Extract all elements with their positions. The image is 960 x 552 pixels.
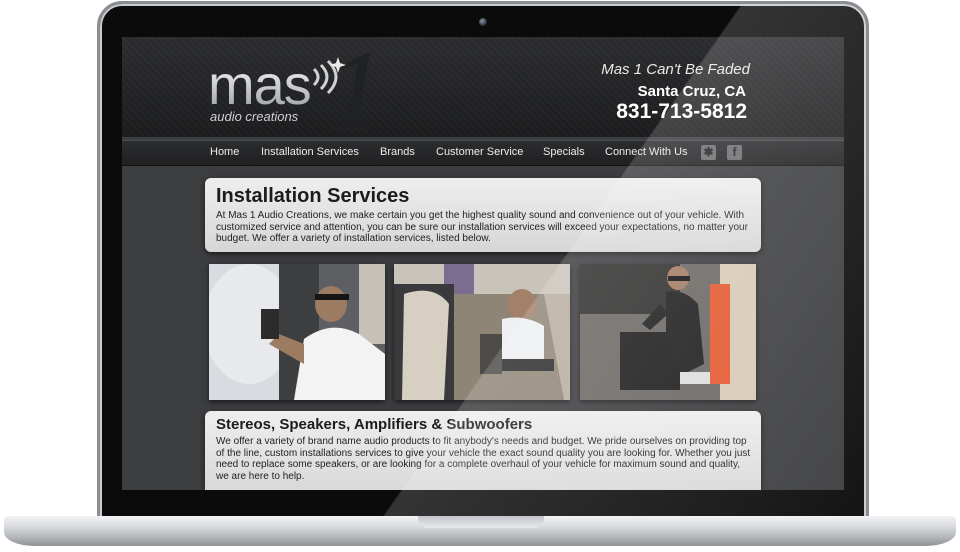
facebook-icon[interactable]: f xyxy=(727,145,742,160)
camera-icon xyxy=(479,18,487,26)
phone-number[interactable]: 831-713-5812 xyxy=(616,100,747,124)
sound-waves-icon xyxy=(312,57,346,95)
nav-item-specials[interactable]: Specials xyxy=(543,146,585,158)
city-label: Santa Cruz, CA xyxy=(637,83,746,100)
section-title: Stereos, Speakers, Amplifiers & Subwoofe… xyxy=(216,416,533,433)
yelp-icon[interactable]: ✱ xyxy=(701,145,716,160)
screen: 1 mas audio creations Mas 1 Can't Be Fad… xyxy=(122,37,844,490)
logo-wordmark[interactable]: mas xyxy=(208,57,312,113)
page-title: Installation Services xyxy=(216,185,410,207)
tagline: Mas 1 Can't Be Faded xyxy=(601,61,750,78)
intro-panel: Installation Services At Mas 1 Audio Cre… xyxy=(205,178,761,252)
logo-subtitle: audio creations xyxy=(210,109,299,124)
site-header: 1 mas audio creations Mas 1 Can't Be Fad… xyxy=(122,37,844,151)
nav-item-brands[interactable]: Brands xyxy=(380,146,415,158)
laptop-notch xyxy=(418,516,544,528)
intro-text: At Mas 1 Audio Creations, we make certai… xyxy=(216,210,748,245)
section-text: We offer a variety of brand name audio p… xyxy=(216,436,751,482)
stereo-services-panel: Stereos, Speakers, Amplifiers & Subwoofe… xyxy=(205,411,761,490)
photo-subwoofer-install[interactable] xyxy=(580,264,756,400)
nav-item-installation-services[interactable]: Installation Services xyxy=(261,146,359,158)
nav-item-connect-with-us[interactable]: Connect With Us xyxy=(605,146,688,158)
photo-car-seat-install[interactable] xyxy=(394,264,570,400)
nav-item-home[interactable]: Home xyxy=(210,146,239,158)
nav-item-customer-service[interactable]: Customer Service xyxy=(436,146,523,158)
photo-door-install[interactable] xyxy=(209,264,385,400)
main-nav: Home Installation Services Brands Custom… xyxy=(122,140,844,166)
